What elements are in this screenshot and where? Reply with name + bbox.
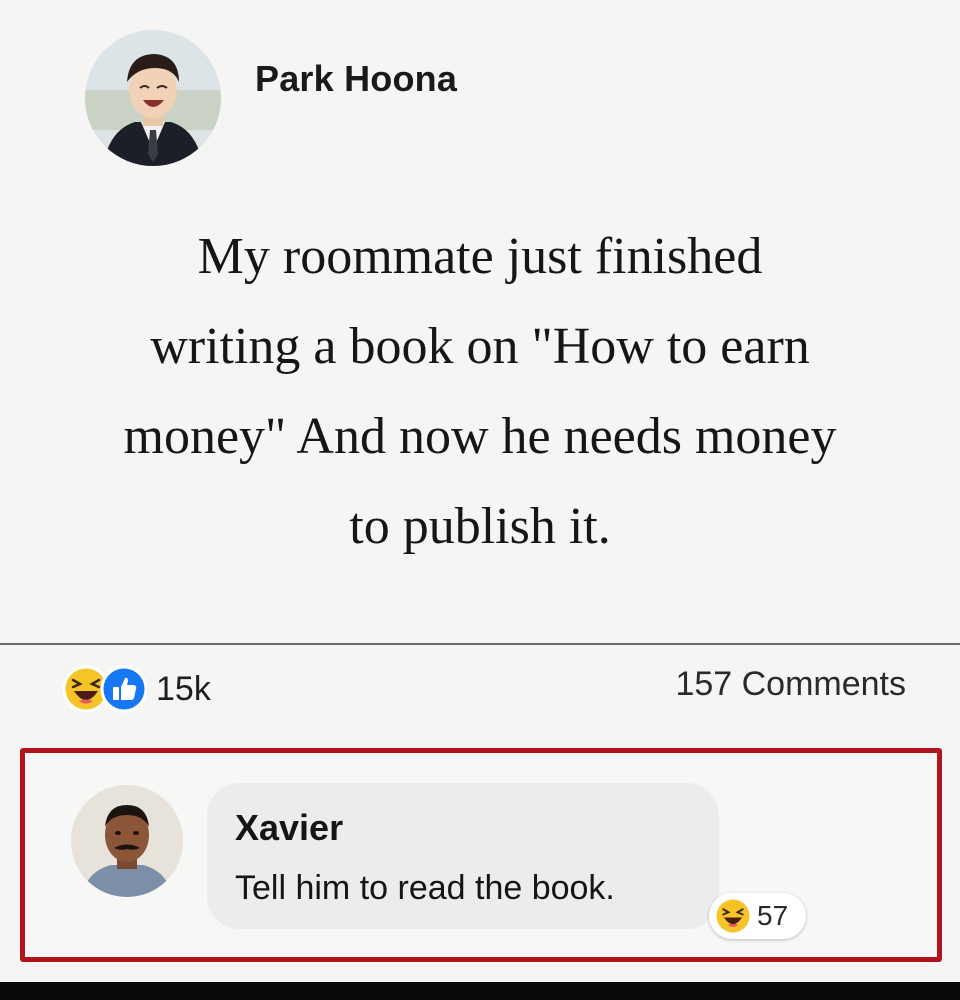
post-text-line: to publish it.: [349, 498, 611, 555]
post-author-name[interactable]: Park Hoona: [255, 58, 457, 100]
comment-text: Tell him to read the book.: [235, 869, 615, 907]
post-divider: [0, 643, 960, 645]
author-avatar[interactable]: [85, 30, 221, 166]
comments-count-link[interactable]: 157 Comments: [675, 665, 906, 704]
commenter-avatar-image: [71, 785, 183, 897]
comment-reaction-badge[interactable]: 57: [709, 893, 807, 939]
like-icon: [100, 665, 148, 713]
commenter-avatar[interactable]: [71, 785, 183, 897]
post-text-line: money" And now he needs money: [123, 408, 837, 465]
post-text-line: My roommate just finished: [197, 228, 763, 285]
author-avatar-image: [85, 30, 221, 166]
comment-bubble: Xavier Tell him to read the book.: [207, 783, 719, 929]
post-header: [85, 30, 221, 170]
comment-reaction-count: 57: [757, 900, 789, 931]
bottom-border-strip: [0, 982, 960, 1000]
haha-emoji-icon: [716, 899, 750, 933]
highlighted-comment: Xavier Tell him to read the book. 57: [20, 748, 942, 962]
post-body: My roommate just finished writing a book…: [0, 212, 960, 572]
post-text-line: writing a book on "How to earn: [150, 318, 810, 375]
reactions-summary[interactable]: 15k: [62, 664, 211, 714]
reaction-count[interactable]: 15k: [156, 670, 211, 709]
comment-author-name[interactable]: Xavier: [235, 807, 343, 849]
